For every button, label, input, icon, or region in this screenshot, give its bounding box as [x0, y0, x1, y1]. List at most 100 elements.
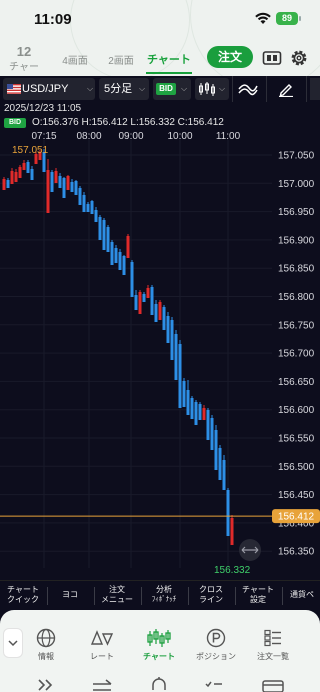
battery-indicator: 89: [276, 12, 298, 25]
tab-number: 12: [16, 44, 32, 59]
background-decoration: [70, 0, 190, 80]
chart-type-select[interactable]: ⌵: [195, 78, 229, 100]
candle-body: [78, 188, 82, 205]
tool-label: 通貨ペ: [290, 590, 314, 599]
status-time: 11:09: [34, 11, 72, 28]
battery-tip: [299, 16, 301, 21]
price-type-select[interactable]: BID ⌵: [153, 78, 191, 100]
candle-body: [110, 242, 114, 265]
chart-toolbar: USD/JPY ⌵ 5分足 ⌵ BID ⌵ ⌵: [0, 76, 320, 102]
nav-chart[interactable]: チャート: [139, 628, 179, 662]
indicator-icon[interactable]: [238, 81, 258, 97]
candle-body: [194, 402, 198, 425]
tool-chart-quick[interactable]: チャート クイック: [3, 585, 43, 605]
tool-label: ﾌｨﾎﾞﾅｯﾁ: [151, 596, 177, 603]
y-tick-label: 156.550: [278, 434, 315, 445]
tool-label: ライン: [199, 595, 223, 604]
tab-chart[interactable]: チャート: [146, 51, 192, 67]
candle-body: [54, 171, 58, 183]
tab-2-screens[interactable]: 2画面: [104, 52, 138, 67]
nav-label: チャート: [143, 652, 175, 661]
y-tick-label: 157.000: [278, 179, 315, 190]
candle-body: [174, 334, 178, 380]
candle-body: [82, 195, 86, 212]
screen-layout-icon[interactable]: [262, 48, 282, 68]
nav-info[interactable]: 情報: [26, 628, 66, 662]
candle-body: [90, 201, 94, 214]
candle-body: [74, 181, 78, 195]
nav-order-list[interactable]: 注文一覧: [250, 628, 296, 662]
currency-pair-label: USD/JPY: [22, 83, 69, 95]
y-tick-label: 156.600: [278, 405, 315, 416]
tab-4-screens[interactable]: 4画面: [58, 52, 92, 67]
tool-cross-line[interactable]: クロス ライン: [191, 585, 231, 605]
bell-icon[interactable]: [147, 676, 171, 692]
candle-body: [18, 167, 22, 178]
nav-label: 注文一覧: [257, 652, 289, 661]
low-marker: 156.332: [214, 565, 251, 576]
swap-arrows-icon[interactable]: [90, 676, 114, 692]
tool-currency-pair[interactable]: 通貨ペ: [284, 590, 320, 600]
candle-body: [170, 320, 174, 360]
candle-body: [86, 204, 90, 212]
tool-chart-settings[interactable]: チャート 設定: [238, 585, 278, 605]
candle-body: [178, 344, 182, 408]
ohlc-bid-badge: BID: [4, 118, 26, 128]
currency-pair-select[interactable]: USD/JPY ⌵: [3, 78, 95, 100]
toolbar-overflow[interactable]: [310, 78, 320, 100]
x-tick-label: 11:00: [216, 131, 241, 142]
chevron-down-icon: ⌵: [219, 84, 226, 93]
candle-body: [6, 180, 10, 188]
position-icon: [206, 628, 226, 648]
y-tick-label: 156.900: [278, 235, 315, 246]
candlestick-chart[interactable]: 157.050 157.000 156.950 156.900 156.850 156.8…: [0, 128, 320, 580]
candle-body: [138, 292, 142, 314]
order-button[interactable]: 注文: [207, 46, 253, 68]
candle-body: [214, 430, 218, 470]
tool-horizontal[interactable]: ヨコ: [50, 590, 90, 600]
tool-order-menu[interactable]: 注文 メニュー: [97, 585, 137, 605]
tool-label: 設定: [250, 595, 266, 604]
double-chevron-right-icon[interactable]: [34, 676, 58, 692]
y-tick-label: 156.500: [278, 462, 315, 473]
collapse-button[interactable]: [3, 628, 23, 658]
top-header: 11:09 89 12 チャート 4画面 2画面 チャート 注文: [0, 0, 320, 90]
nav-label: レート: [90, 652, 114, 661]
bid-label: BID: [156, 83, 176, 95]
y-tick-label: 157.050: [278, 151, 315, 162]
tool-label: チャート: [242, 585, 274, 594]
candle-body: [190, 398, 194, 419]
x-tick-label: 10:00: [167, 131, 192, 142]
nav-position[interactable]: ポジション: [192, 628, 240, 662]
tool-label: チャート: [7, 585, 39, 594]
pen-icon[interactable]: [278, 81, 294, 97]
candle-body: [166, 316, 170, 343]
interval-select[interactable]: 5分足 ⌵: [99, 78, 149, 100]
chevron-down-icon: ⌵: [139, 84, 146, 93]
candle-body: [158, 302, 162, 320]
candle-body: [106, 227, 110, 252]
x-tick-label: 09:00: [118, 131, 143, 142]
list-icon: [264, 629, 281, 647]
candle-body: [62, 178, 66, 198]
candle-body: [46, 170, 50, 213]
gear-icon[interactable]: [289, 48, 309, 68]
candle-body: [10, 171, 14, 184]
tool-divider: [94, 587, 95, 605]
tool-divider: [141, 587, 142, 605]
y-tick-label: 156.950: [278, 207, 315, 218]
candle-body: [118, 252, 122, 270]
y-tick-label: 156.350: [278, 547, 315, 558]
tool-analysis-fibonacci[interactable]: 分析 ﾌｨﾎﾞﾅｯﾁ: [144, 585, 184, 605]
candle-body: [162, 307, 166, 330]
tool-label: ヨコ: [62, 590, 78, 599]
candle-body: [206, 410, 210, 440]
chart-grid: [0, 140, 272, 568]
checklist-icon[interactable]: [202, 676, 226, 692]
x-tick-label: 07:15: [31, 131, 56, 142]
candle-body: [122, 256, 126, 275]
toolbar-divider: [232, 76, 233, 102]
x-axis-labels: 07:15 08:00 09:00 10:00 11:00: [31, 131, 240, 142]
nav-rate[interactable]: レート: [82, 628, 122, 662]
card-icon[interactable]: [261, 676, 285, 692]
